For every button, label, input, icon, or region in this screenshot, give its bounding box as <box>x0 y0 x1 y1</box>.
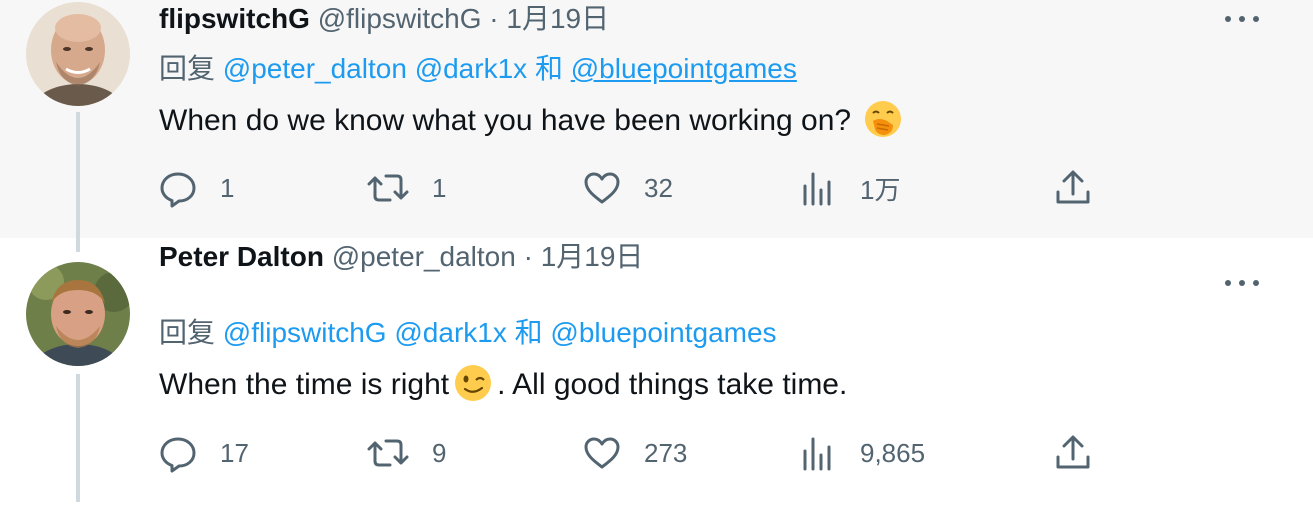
retweet-count: 1 <box>432 172 447 203</box>
retweet-icon <box>367 439 409 467</box>
share-icon <box>1056 435 1090 469</box>
tweet-text-part: . All good things take time. <box>497 368 848 401</box>
tweet-header: flipswitchG @flipswitchG · 1月19日 <box>159 2 609 36</box>
views-button[interactable]: 1万 <box>798 168 900 208</box>
heart-icon <box>584 172 620 204</box>
tweet-text: When do we know what you have been worki… <box>159 99 907 140</box>
like-button[interactable]: 32 <box>582 168 673 208</box>
tweet-date[interactable]: 1月19日 <box>506 3 609 34</box>
views-icon <box>803 172 831 206</box>
like-button[interactable]: 273 <box>582 433 687 473</box>
reply-prefix: 回复 <box>159 317 216 348</box>
separator: · <box>523 241 533 272</box>
winking-face-icon <box>455 365 492 401</box>
tweet-actions: 17 9 273 9,865 <box>158 433 1098 473</box>
retweet-count: 9 <box>432 437 447 468</box>
tweet-actions: 1 1 32 1万 <box>158 168 1098 208</box>
user-handle[interactable]: @peter_dalton <box>332 241 516 272</box>
retweet-icon <box>367 174 409 202</box>
tweet-flipswitchg[interactable]: flipswitchG @flipswitchG · 1月19日 回复 @pet… <box>0 0 1313 238</box>
tweet-text-part: When do we know what you have been worki… <box>159 104 852 137</box>
views-button[interactable]: 9,865 <box>798 433 925 473</box>
mention-link[interactable]: @bluepointgames <box>571 53 797 84</box>
more-icon[interactable] <box>1225 273 1259 293</box>
mention-link[interactable]: @dark1x <box>394 317 506 348</box>
mention-link[interactable]: @flipswitchG <box>223 317 387 348</box>
reply-count: 1 <box>220 172 235 203</box>
tweet-text: When the time is right . All good things… <box>159 363 847 404</box>
thread-line <box>76 374 80 502</box>
mention-link[interactable]: @peter_dalton <box>223 53 407 84</box>
share-button[interactable] <box>1053 433 1093 473</box>
avatar[interactable] <box>26 2 130 106</box>
reply-button[interactable]: 1 <box>158 168 234 208</box>
display-name[interactable]: Peter Dalton <box>159 241 324 272</box>
mention-link[interactable]: @bluepointgames <box>550 317 776 348</box>
user-handle[interactable]: @flipswitchG <box>318 3 482 34</box>
heart-icon <box>584 437 620 469</box>
views-count: 9,865 <box>860 437 926 468</box>
reply-count: 17 <box>220 437 249 468</box>
avatar[interactable] <box>26 262 130 366</box>
face-with-hand-over-mouth-icon <box>865 101 902 137</box>
tweet-peter-dalton[interactable]: Peter Dalton @peter_dalton · 1月19日 回复 @f… <box>0 238 1313 512</box>
separator: · <box>489 3 499 34</box>
views-icon <box>803 437 831 471</box>
share-button[interactable] <box>1053 168 1093 208</box>
reply-context: 回复 @flipswitchG @dark1x 和 @bluepointgame… <box>159 316 777 350</box>
like-count: 273 <box>644 437 688 468</box>
reply-icon <box>160 172 196 208</box>
mention-link[interactable]: @dark1x <box>415 53 527 84</box>
tweet-header: Peter Dalton @peter_dalton · 1月19日 <box>159 240 643 274</box>
mention-conjunction: 和 <box>514 317 543 348</box>
display-name[interactable]: flipswitchG <box>159 3 310 34</box>
retweet-button[interactable]: 1 <box>366 168 446 208</box>
tweet-date[interactable]: 1月19日 <box>541 241 644 272</box>
tweet-text-part: When the time is right <box>159 368 450 401</box>
more-icon[interactable] <box>1225 9 1259 29</box>
reply-icon <box>160 437 196 473</box>
share-icon <box>1056 170 1090 204</box>
reply-prefix: 回复 <box>159 53 216 84</box>
retweet-button[interactable]: 9 <box>366 433 446 473</box>
like-count: 32 <box>644 172 673 203</box>
mention-conjunction: 和 <box>534 53 563 84</box>
views-count: 1万 <box>860 174 901 205</box>
reply-context: 回复 @peter_dalton @dark1x 和 @bluepointgam… <box>159 52 797 86</box>
reply-button[interactable]: 17 <box>158 433 249 473</box>
thread-line <box>76 112 80 252</box>
